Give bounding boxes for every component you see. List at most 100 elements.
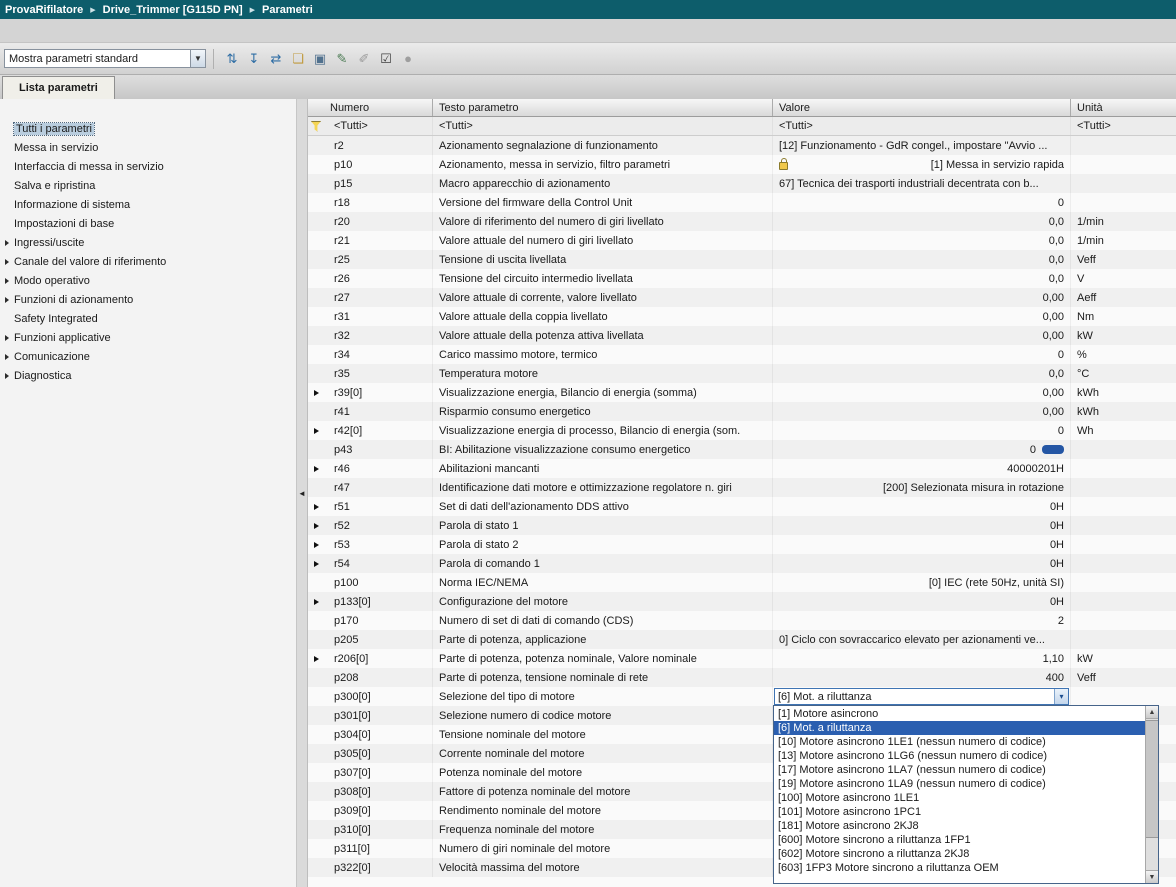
table-row[interactable]: p100Norma IEC/NEMA[0] IEC (rete 50Hz, un… — [308, 573, 1176, 592]
table-row[interactable]: r2Azionamento segnalazione di funzioname… — [308, 136, 1176, 155]
combobox-dropdown-button[interactable]: ▾ — [1054, 689, 1068, 704]
table-row[interactable]: r20Valore di riferimento del numero di g… — [308, 212, 1176, 231]
table-row[interactable]: r39[0]Visualizzazione energia, Bilancio … — [308, 383, 1176, 402]
table-row[interactable]: p170Numero di set di dati di comando (CD… — [308, 611, 1176, 630]
dropdown-item[interactable]: [100] Motore asincrono 1LE1 — [774, 791, 1145, 805]
table-row[interactable]: r32Valore attuale della potenza attiva l… — [308, 326, 1176, 345]
column-header-unita[interactable]: Unità — [1071, 99, 1176, 116]
chevron-down-icon[interactable]: ▼ — [190, 50, 205, 67]
chevron-right-icon[interactable] — [5, 354, 9, 360]
table-row[interactable]: r54Parola di comando 10H — [308, 554, 1176, 573]
parameter-filter-select[interactable]: Mostra parametri standard ▼ — [4, 49, 206, 68]
filter-valore[interactable]: <Tutti> — [773, 117, 1071, 135]
table-row[interactable]: r51Set di dati dell'azionamento DDS atti… — [308, 497, 1176, 516]
tab-lista-parametri[interactable]: Lista parametri — [2, 76, 115, 99]
sidebar-item[interactable]: Interfaccia di messa in servizio — [0, 157, 296, 176]
table-row[interactable]: r31Valore attuale della coppia livellato… — [308, 307, 1176, 326]
sidebar-item[interactable]: Modo operativo — [0, 271, 296, 290]
sidebar-item[interactable]: Diagnostica — [0, 366, 296, 385]
sidebar-item[interactable]: Funzioni applicative — [0, 328, 296, 347]
scroll-down-icon[interactable]: ▼ — [1146, 870, 1158, 883]
sidebar-item[interactable]: Salva e ripristina — [0, 176, 296, 195]
record-icon[interactable]: ● — [398, 49, 418, 69]
dropdown-scrollbar[interactable]: ▲▼ — [1145, 706, 1158, 883]
table-row[interactable]: p300[0]Selezione del tipo di motore[6] M… — [308, 687, 1176, 706]
accept-checkbox-icon[interactable]: ☑ — [376, 49, 396, 69]
new-document-icon[interactable]: ❏ — [288, 49, 308, 69]
table-row[interactable]: r26Tensione del circuito intermedio live… — [308, 269, 1176, 288]
dropdown-item[interactable]: [17] Motore asincrono 1LA7 (nessun numer… — [774, 763, 1145, 777]
table-row[interactable]: p205Parte di potenza, applicazione0] Cic… — [308, 630, 1176, 649]
measure-icon[interactable]: ✐ — [354, 49, 374, 69]
sidebar-item[interactable]: Messa in servizio — [0, 138, 296, 157]
dropdown-item[interactable]: [6] Mot. a riluttanza — [774, 721, 1145, 735]
expand-arrow-icon[interactable] — [314, 599, 319, 605]
expand-arrow-icon[interactable] — [314, 523, 319, 529]
table-row[interactable]: r27Valore attuale di corrente, valore li… — [308, 288, 1176, 307]
sidebar-item[interactable]: Comunicazione — [0, 347, 296, 366]
sidebar-item[interactable]: Canale del valore di riferimento — [0, 252, 296, 271]
chevron-right-icon[interactable] — [5, 259, 9, 265]
chevron-right-icon[interactable] — [5, 335, 9, 341]
table-row[interactable]: r47Identificazione dati motore e ottimiz… — [308, 478, 1176, 497]
dropdown-item[interactable]: [10] Motore asincrono 1LE1 (nessun numer… — [774, 735, 1145, 749]
download-values-icon[interactable]: ↧ — [244, 49, 264, 69]
expander-cell[interactable] — [308, 516, 324, 535]
expander-cell[interactable] — [308, 497, 324, 516]
filter-unita[interactable]: <Tutti> — [1071, 117, 1176, 135]
table-row[interactable]: r206[0]Parte di potenza, potenza nominal… — [308, 649, 1176, 668]
table-row[interactable]: r25Tensione di uscita livellata0,0Veff — [308, 250, 1176, 269]
expand-arrow-icon[interactable] — [314, 428, 319, 434]
sort-columns-icon[interactable]: ⇅ — [222, 49, 242, 69]
chevron-right-icon[interactable] — [5, 297, 9, 303]
filter-testo[interactable]: <Tutti> — [433, 117, 773, 135]
expand-arrow-icon[interactable] — [314, 656, 319, 662]
scroll-up-icon[interactable]: ▲ — [1146, 706, 1158, 719]
column-header-numero[interactable]: Numero — [308, 99, 433, 116]
sidebar-item[interactable]: Tutti i parametri — [0, 119, 296, 138]
table-row[interactable]: p15Macro apparecchio di azionamento67] T… — [308, 174, 1176, 193]
table-row[interactable]: p133[0]Configurazione del motore0H — [308, 592, 1176, 611]
table-row[interactable]: r42[0]Visualizzazione energia di process… — [308, 421, 1176, 440]
breadcrumb-item[interactable]: Drive_Trimmer [G115D PN] — [103, 4, 243, 16]
chevron-right-icon[interactable] — [5, 373, 9, 379]
table-row[interactable]: r46Abilitazioni mancanti40000201H — [308, 459, 1176, 478]
sidebar-item[interactable]: Impostazioni di base — [0, 214, 296, 233]
expander-cell[interactable] — [308, 421, 324, 440]
table-row[interactable]: p208Parte di potenza, tensione nominale … — [308, 668, 1176, 687]
table-row[interactable]: r41Risparmio consumo energetico0,00kWh — [308, 402, 1176, 421]
chevron-right-icon[interactable] — [5, 278, 9, 284]
expander-cell[interactable] — [308, 592, 324, 611]
breadcrumb-item[interactable]: ProvaRifilatore — [5, 4, 83, 16]
table-row[interactable]: r35Temperatura motore0,0°C — [308, 364, 1176, 383]
dropdown-item[interactable]: [181] Motore asincrono 2KJ8 — [774, 819, 1145, 833]
table-row[interactable]: r52Parola di stato 10H — [308, 516, 1176, 535]
sidebar-item[interactable]: Funzioni di azionamento — [0, 290, 296, 309]
expander-cell[interactable] — [308, 383, 324, 402]
edit-icon[interactable]: ✎ — [332, 49, 352, 69]
breadcrumb-item[interactable]: Parametri — [262, 4, 313, 16]
expander-cell[interactable] — [308, 459, 324, 478]
sidebar-splitter[interactable]: ◄ — [297, 99, 308, 887]
table-row[interactable]: r21Valore attuale del numero di giri liv… — [308, 231, 1176, 250]
save-icon[interactable]: ▣ — [310, 49, 330, 69]
dropdown-item[interactable]: [101] Motore asincrono 1PC1 — [774, 805, 1145, 819]
collapse-left-icon[interactable]: ◄ — [298, 489, 306, 498]
sidebar-item[interactable]: Ingressi/uscite — [0, 233, 296, 252]
motor-type-combobox[interactable]: [6] Mot. a riluttanza▾ — [774, 688, 1069, 705]
dropdown-item[interactable]: [603] 1FP3 Motore sincrono a riluttanza … — [774, 861, 1145, 875]
dropdown-item[interactable]: [1] Motore asincrono — [774, 707, 1145, 721]
expand-arrow-icon[interactable] — [314, 542, 319, 548]
transfer-parameters-icon[interactable]: ⇄ — [266, 49, 286, 69]
expand-arrow-icon[interactable] — [314, 390, 319, 396]
expander-cell[interactable] — [308, 535, 324, 554]
sidebar-item[interactable]: Safety Integrated — [0, 309, 296, 328]
dropdown-item[interactable]: [19] Motore asincrono 1LA9 (nessun numer… — [774, 777, 1145, 791]
expander-cell[interactable] — [308, 554, 324, 573]
sidebar-item[interactable]: Informazione di sistema — [0, 195, 296, 214]
table-row[interactable]: p10Azionamento, messa in servizio, filtr… — [308, 155, 1176, 174]
filter-funnel-icon[interactable] — [311, 121, 322, 132]
expand-arrow-icon[interactable] — [314, 466, 319, 472]
expander-cell[interactable] — [308, 649, 324, 668]
filter-numero[interactable]: <Tutti> — [324, 117, 433, 135]
